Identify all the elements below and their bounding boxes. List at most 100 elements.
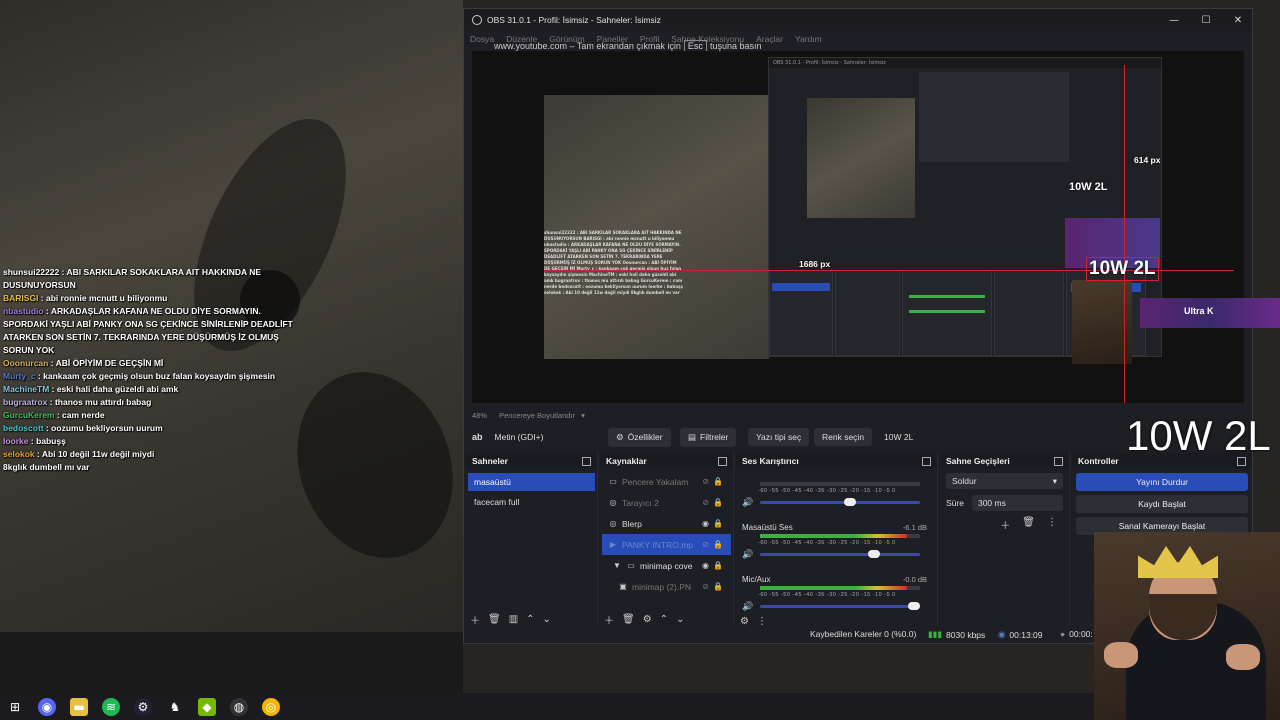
source-label: PANKY INTRO.mp xyxy=(622,539,694,550)
menu-file[interactable]: Dosya xyxy=(470,34,494,44)
source-group[interactable]: ▼ ▭ minimap cove ◉ 🔒 xyxy=(602,555,731,576)
scene-filter-icon[interactable]: ▥ xyxy=(509,614,518,625)
lock-icon[interactable]: 🔒 xyxy=(713,540,723,549)
speaker-icon[interactable]: 🔊 xyxy=(742,497,753,508)
maximize-button[interactable]: ☐ xyxy=(1190,9,1222,31)
source-item[interactable]: ▣ minimap (2).PN ⊘ 🔒 xyxy=(602,576,731,597)
scenes-dock: Sahneler masaüstü facecam full ＋ 🗑 ▥ ⌃ ⌄ xyxy=(466,453,598,633)
chat-text: 8kglık dumbell mı var xyxy=(3,462,90,472)
lock-icon[interactable]: 🔒 xyxy=(713,582,723,591)
chat-message: MachineTM : eski hali daha güzeldi abi a… xyxy=(3,383,303,396)
trash-icon[interactable]: 🗑 xyxy=(488,614,501,625)
guide-vertical xyxy=(1124,65,1125,403)
duration-input[interactable]: 300 ms xyxy=(971,495,1063,511)
filters-label: Filtreler xyxy=(700,432,729,442)
mixer-header: Ses Karıştırıcı xyxy=(736,453,937,469)
explorer-icon[interactable]: ▬ xyxy=(70,697,88,716)
volume-knob[interactable] xyxy=(908,602,920,610)
bitrate-indicator: ▮▮▮ 8030 kbps xyxy=(928,629,985,640)
stream-time: ◉ 00:13:09 xyxy=(998,629,1043,640)
stop-stream-button[interactable]: Yayını Durdur xyxy=(1076,473,1248,491)
scene-item-facecam[interactable]: facecam full xyxy=(468,493,595,511)
gear-icon[interactable]: ⚙ xyxy=(643,614,652,625)
filters-button[interactable]: ▤ Filtreler xyxy=(680,427,737,447)
mixer-channels: -60 -55 -50 -45 -40 -35 -30 -25 -20 -15 … xyxy=(736,469,937,625)
facecam xyxy=(1094,532,1280,720)
unlock-icon[interactable]: 🔒 xyxy=(713,561,723,570)
windows-icon[interactable]: ⊞ xyxy=(6,698,24,716)
mixer-title: Ses Karıştırıcı xyxy=(742,456,799,466)
chat-message: nbastudio : ARKADAŞLAR KAFANA NE OLDU Dİ… xyxy=(3,305,303,357)
eye-hidden-icon[interactable]: ⊘ xyxy=(702,582,709,591)
discord-icon[interactable]: ◉ xyxy=(38,697,56,716)
spotify-icon[interactable]: ≋ xyxy=(102,697,120,716)
scenes-title: Sahneler xyxy=(472,456,508,466)
eye-icon[interactable]: ◉ xyxy=(702,519,709,528)
obs-icon[interactable]: ◍ xyxy=(230,697,248,716)
properties-button[interactable]: ⚙ Özellikler xyxy=(608,427,671,447)
undock-icon[interactable] xyxy=(1054,456,1063,466)
source-item-selected[interactable]: ▶ PANKY INTRO.mp ⊘ 🔒 xyxy=(602,534,731,555)
undock-icon[interactable] xyxy=(922,456,931,466)
steam-icon[interactable]: ⚙ xyxy=(134,697,152,716)
source-item[interactable]: ▭ Pencere Yakalam ⊘ 🔒 xyxy=(602,471,731,492)
transition-selected: Soldur xyxy=(952,476,977,486)
preview-label-selected[interactable]: 10W 2L xyxy=(1086,257,1159,281)
speaker-icon[interactable]: 🔊 xyxy=(742,549,753,560)
folder-icon: ▭ xyxy=(627,561,635,570)
move-up-icon[interactable]: ⌃ xyxy=(526,614,534,625)
volume-slider[interactable] xyxy=(760,602,920,610)
level-meter xyxy=(760,482,920,486)
chevron-down-icon[interactable]: ▾ xyxy=(581,411,585,420)
nested-facecam xyxy=(1072,280,1132,364)
move-up-icon[interactable]: ⌃ xyxy=(660,614,668,625)
preview-canvas[interactable]: shunsui22222 : ABI SARKILAR SOKAKLARA AI… xyxy=(472,51,1244,403)
chat-username: MachineTM xyxy=(3,384,50,394)
record-time: ● 00:00: xyxy=(1060,629,1093,639)
lock-icon[interactable]: 🔒 xyxy=(713,498,723,507)
menu-help[interactable]: Yardım xyxy=(795,34,822,44)
color-select-button[interactable]: Renk seçin xyxy=(814,428,873,446)
resize-dropdown[interactable]: Pencereye Boyutlandır xyxy=(499,411,575,420)
volume-slider[interactable] xyxy=(760,550,920,558)
source-label: Tarayıcı 2 xyxy=(622,497,659,508)
nvidia-icon[interactable]: ◆ xyxy=(198,697,216,716)
chat-message: Murty_c : kankaam çok geçmiş olsun buz f… xyxy=(3,370,303,383)
speaker-icon[interactable]: 🔊 xyxy=(742,601,753,612)
transitions-header: Sahne Geçişleri xyxy=(940,453,1069,469)
lock-icon[interactable]: 🔒 xyxy=(713,477,723,486)
eye-hidden-icon[interactable]: ⊘ xyxy=(702,540,709,549)
add-icon[interactable]: ＋ xyxy=(1000,517,1010,532)
lock-icon[interactable]: 🔒 xyxy=(713,519,723,528)
start-record-button[interactable]: Kaydı Başlat xyxy=(1076,495,1248,513)
transition-select[interactable]: Soldur ▾ xyxy=(946,473,1063,489)
undock-icon[interactable] xyxy=(582,456,591,466)
game-icon[interactable]: ♞ xyxy=(166,698,184,716)
eye-icon[interactable]: ◉ xyxy=(702,561,709,570)
collapse-icon[interactable]: ▼ xyxy=(612,561,622,571)
source-item[interactable]: ◎ Tarayıcı 2 ⊘ 🔒 xyxy=(602,492,731,513)
chat-message: selokok : Abi 10 değil 11w değil miydi xyxy=(3,448,303,461)
titlebar: OBS 31.0.1 - Profil: İsimsiz - Sahneler:… xyxy=(464,9,1252,31)
eye-hidden-icon[interactable]: ⊘ xyxy=(702,477,709,486)
source-item[interactable]: ◎ Blerp ◉ 🔒 xyxy=(602,513,731,534)
undock-icon[interactable] xyxy=(718,456,727,466)
eye-hidden-icon[interactable]: ⊘ xyxy=(702,498,709,507)
volume-knob[interactable] xyxy=(868,550,880,558)
scene-item-masaustu[interactable]: masaüstü xyxy=(468,473,595,491)
move-down-icon[interactable]: ⌄ xyxy=(676,614,684,625)
minimize-button[interactable]: — xyxy=(1158,9,1190,31)
trash-icon[interactable]: 🗑 xyxy=(622,614,635,625)
move-down-icon[interactable]: ⌄ xyxy=(543,614,551,625)
font-select-button[interactable]: Yazı tipi seç xyxy=(748,428,810,446)
text-value-field[interactable]: 10W 2L xyxy=(884,432,913,442)
volume-slider[interactable] xyxy=(760,498,920,506)
trash-icon[interactable]: 🗑 xyxy=(1022,517,1035,532)
chat-text: : kankaam çok geçmiş olsun buz falan koy… xyxy=(35,371,276,381)
close-button[interactable]: ✕ xyxy=(1222,9,1254,31)
volume-knob[interactable] xyxy=(844,498,856,506)
chat-text: : thanos mu attırdı babag xyxy=(47,397,152,407)
chrome-icon[interactable]: ◎ xyxy=(262,697,280,716)
duration-label: Süre xyxy=(946,498,964,508)
more-icon[interactable]: ⋮ xyxy=(1047,517,1057,532)
